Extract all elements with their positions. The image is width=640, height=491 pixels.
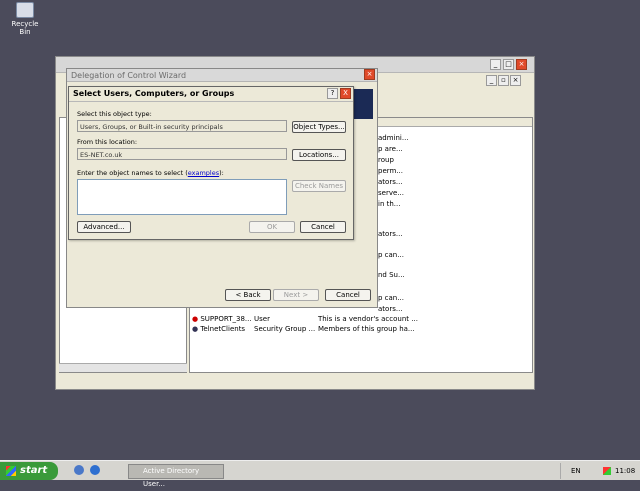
list-item[interactable]: ators... [378,230,403,240]
row-description: This is a vendor's account ... [318,315,418,323]
location-label: From this location: [77,138,138,146]
list-item[interactable]: ators... [378,178,403,188]
list-item[interactable]: serve... [378,189,404,199]
wizard-cancel-button[interactable]: Cancel [325,289,371,301]
recycle-bin-icon [16,2,34,18]
inner-minimize-button[interactable]: _ [486,75,497,86]
wizard-titlebar: Delegation of Control Wizard [67,69,377,82]
object-names-label: Enter the object names to select (exampl… [77,169,224,177]
maximize-button[interactable]: □ [503,59,514,70]
row-type: Security Group ... [254,325,316,333]
table-row[interactable]: ● SUPPORT_38... [192,315,252,325]
group-icon: ● [192,325,199,333]
list-item[interactable]: perm... [378,167,403,177]
dialog-cancel-button[interactable]: Cancel [300,221,346,233]
taskbar-item-active-directory[interactable]: Active Directory User... [128,464,224,488]
user-icon: ● [192,315,199,323]
object-type-label: Select this object type: [77,110,152,118]
object-names-input[interactable] [77,179,287,215]
object-type-field: Users, Groups, or Built-in security prin… [77,120,287,132]
list-item[interactable]: in th... [378,200,400,210]
inner-close-button[interactable]: × [510,75,521,86]
recycle-bin-label: Recycle Bin [11,20,39,36]
object-types-button[interactable]: Object Types... [292,121,346,133]
quick-launch-explorer-icon[interactable] [74,465,84,475]
list-item[interactable]: ators... [378,305,403,315]
system-tray: EN 11:08 [560,463,638,479]
locations-button[interactable]: Locations... [292,149,346,161]
tree-horizontal-scrollbar[interactable] [59,363,187,372]
list-item[interactable]: p are... [378,145,403,155]
list-item[interactable]: admini... [378,134,409,144]
quick-launch-ie-icon[interactable] [90,465,100,475]
close-button[interactable]: × [516,59,527,70]
wizard-close-button[interactable]: × [364,69,375,80]
advanced-button[interactable]: Advanced... [77,221,131,233]
help-button[interactable]: ? [327,88,338,99]
list-item[interactable]: roup [378,156,394,166]
dialog-close-button[interactable]: X [340,88,351,99]
minimize-button[interactable]: _ [490,59,501,70]
start-button[interactable]: start [0,462,58,480]
wizard-title: Delegation of Control Wizard [71,71,187,80]
recycle-bin-desktop-icon[interactable]: Recycle Bin [6,2,44,36]
list-item[interactable]: p can... [378,294,404,304]
dialog-title: Select Users, Computers, or Groups [73,89,235,98]
dialog-titlebar: Select Users, Computers, or Groups ? X [69,87,353,102]
taskbar: start Active Directory User... EN 11:08 [0,460,640,488]
windows-logo-icon [6,466,16,476]
back-button[interactable]: < Back [225,289,271,301]
row-type: User [254,315,270,323]
language-indicator[interactable]: EN [571,467,581,475]
examples-link[interactable]: examples [188,169,219,177]
ok-button[interactable]: OK [249,221,295,233]
check-names-button[interactable]: Check Names [292,180,346,192]
next-button[interactable]: Next > [273,289,319,301]
inner-restore-button[interactable]: ▫ [498,75,509,86]
clock[interactable]: 11:08 [615,467,635,475]
network-tray-icon[interactable] [603,467,611,475]
list-item[interactable]: p can... [378,251,404,261]
table-row[interactable]: ● TelnetClients [192,325,245,335]
list-item[interactable]: nd Su... [378,271,405,281]
location-field: ES-NET.co.uk [77,148,287,160]
row-description: Members of this group ha... [318,325,415,333]
select-users-dialog: Select Users, Computers, or Groups ? X S… [68,86,354,240]
